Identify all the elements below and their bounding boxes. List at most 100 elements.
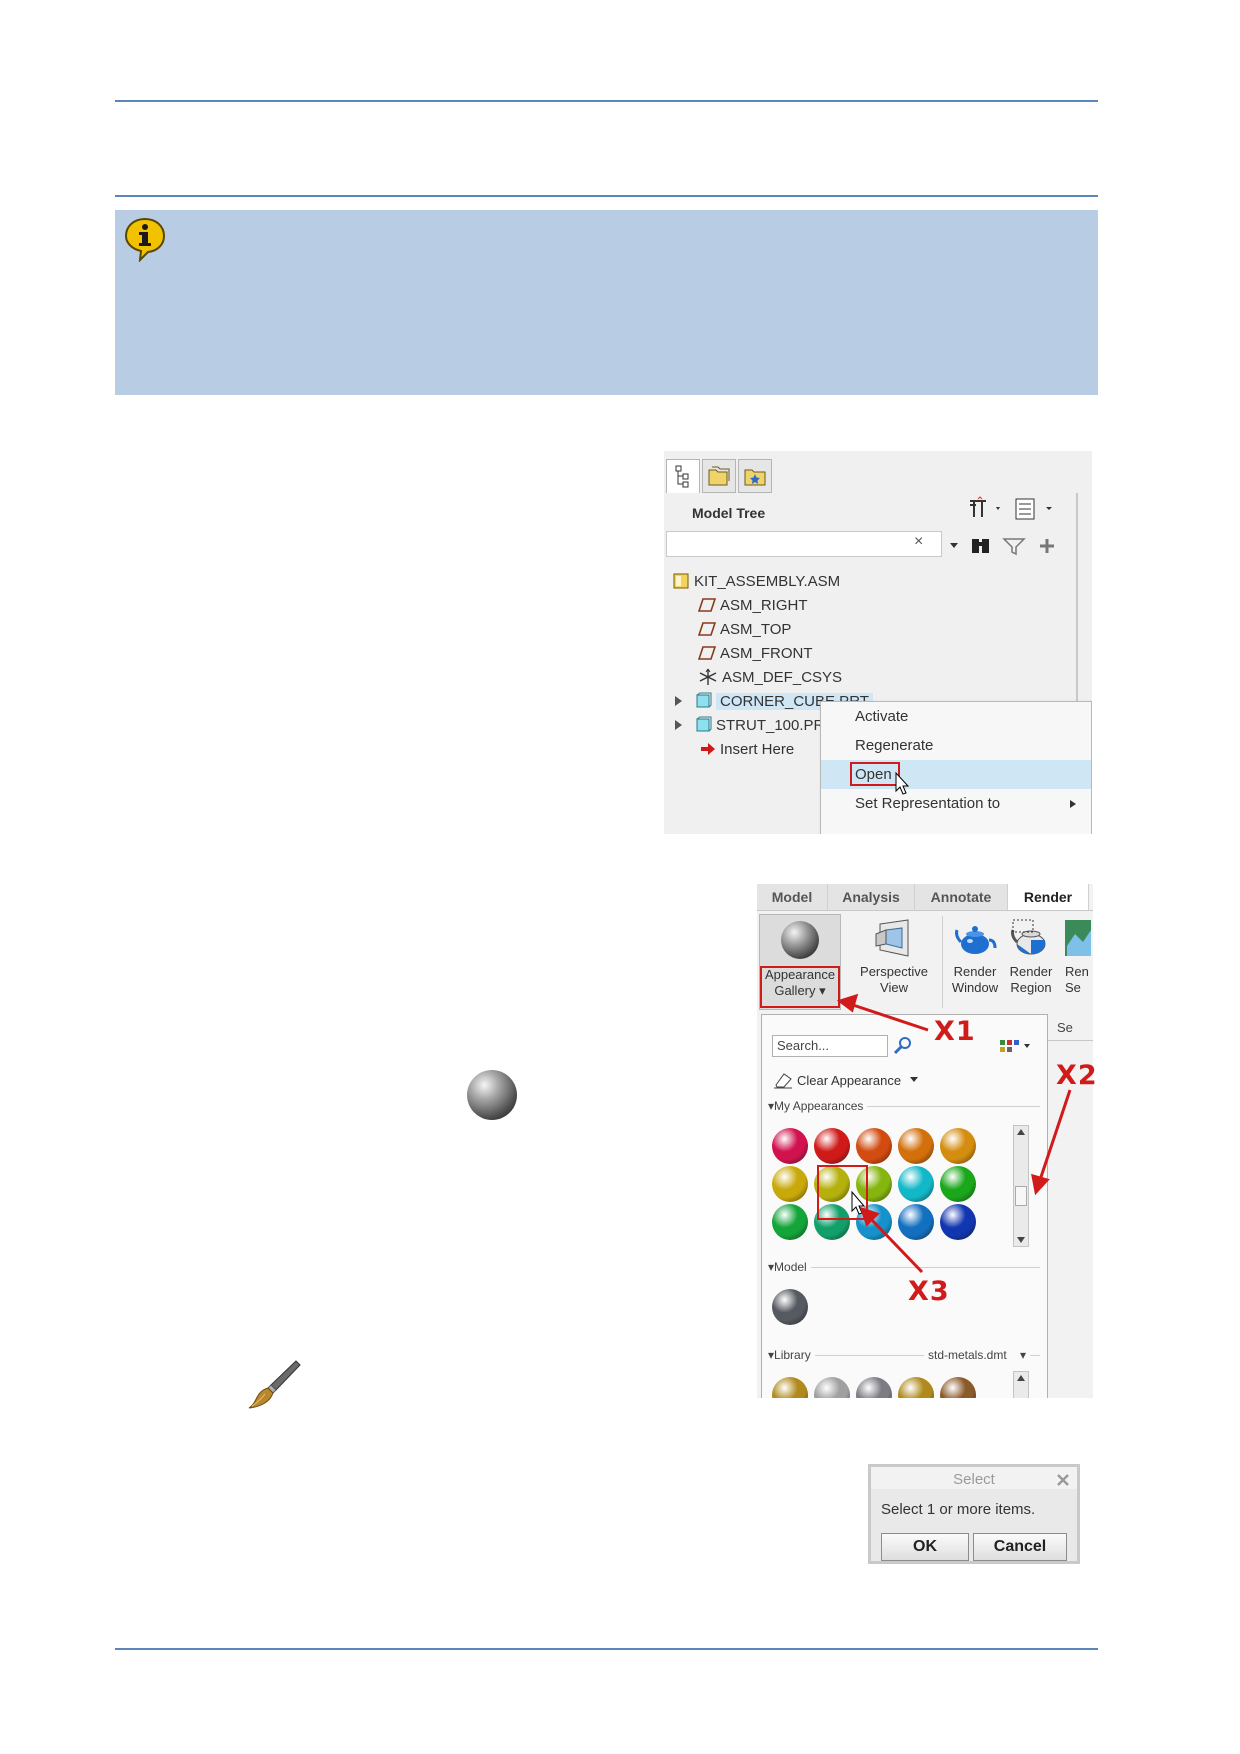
dropdown-arrow-icon: ▾ xyxy=(1020,1348,1027,1362)
tab-favorites[interactable] xyxy=(738,459,772,493)
gallery-search-input[interactable]: Search... xyxy=(772,1035,888,1057)
tree-item-datum-plane[interactable]: ASM_RIGHT xyxy=(672,593,1082,617)
tree-item-datum-plane[interactable]: ASM_TOP xyxy=(672,617,1082,641)
scroll-up-icon[interactable] xyxy=(1017,1129,1025,1135)
menu-item-label: Open xyxy=(855,766,892,783)
library-appearance-swatch[interactable] xyxy=(898,1377,934,1398)
perspective-view-button[interactable]: Perspective View xyxy=(849,914,939,1010)
tab-annotate[interactable]: Annotate xyxy=(915,884,1008,910)
section-label: My Appearances xyxy=(774,1099,864,1113)
appearance-swatch[interactable] xyxy=(898,1166,934,1202)
cancel-button[interactable]: Cancel xyxy=(973,1533,1067,1561)
appearance-gallery-icon xyxy=(467,1070,517,1120)
menu-item-label: Regenerate xyxy=(855,737,934,754)
model-appearance-swatch[interactable] xyxy=(772,1289,808,1325)
menu-item-set-representation[interactable]: Set Representation to xyxy=(821,789,1091,818)
tree-item-csys[interactable]: ASM_DEF_CSYS xyxy=(672,665,1082,689)
library-appearance-swatch[interactable] xyxy=(940,1377,976,1398)
render-setup-icon xyxy=(1065,920,1091,956)
teapot-region-icon xyxy=(1011,919,1046,955)
filter-icon xyxy=(1002,538,1026,556)
tab-model-tree[interactable] xyxy=(666,459,700,494)
info-note-box xyxy=(115,210,1098,395)
appearance-swatch[interactable] xyxy=(940,1166,976,1202)
search-dropdown-icon xyxy=(950,543,958,548)
section-model[interactable]: ▾Model xyxy=(768,1260,811,1274)
appearance-swatch[interactable] xyxy=(772,1204,808,1240)
scroll-thumb[interactable] xyxy=(1015,1186,1027,1206)
select-dialog: Select Select 1 or more items. OK Cancel xyxy=(868,1464,1080,1564)
datum-plane-icon xyxy=(698,622,716,636)
tree-item-assembly[interactable]: KIT_ASSEMBLY.ASM xyxy=(672,569,1082,593)
highlight-box-appearance-gallery xyxy=(760,966,840,1008)
tree-item-label: ASM_DEF_CSYS xyxy=(722,668,843,686)
menu-item-regenerate[interactable]: Regenerate xyxy=(821,731,1091,760)
scroll-up-icon[interactable] xyxy=(1017,1375,1025,1381)
section-my-appearances[interactable]: ▾My Appearances xyxy=(768,1099,868,1113)
library-appearance-swatch[interactable] xyxy=(814,1377,850,1398)
part-icon xyxy=(696,692,712,708)
gallery-view-icon[interactable] xyxy=(998,1037,1034,1055)
tree-item-label: STRUT_100.PRT xyxy=(716,716,834,734)
close-icon[interactable] xyxy=(1057,1474,1069,1486)
assembly-icon xyxy=(673,573,689,589)
tab-analysis[interactable]: Analysis xyxy=(828,884,915,910)
render-window-button[interactable]: Render Window xyxy=(947,914,1003,1010)
context-menu: Activate Regenerate Open Set Representat… xyxy=(820,701,1092,834)
appearance-swatch[interactable] xyxy=(940,1204,976,1240)
library-file-select[interactable]: std-metals.dmt ▾ xyxy=(924,1348,1031,1362)
scroll-down-icon[interactable] xyxy=(1017,1237,1025,1243)
my-appearances-scrollbar[interactable] xyxy=(1013,1125,1029,1247)
tree-search-input[interactable] xyxy=(666,531,942,557)
appearance-sphere-icon xyxy=(781,921,819,959)
appearance-swatch[interactable] xyxy=(772,1166,808,1202)
ok-button[interactable]: OK xyxy=(881,1533,969,1561)
tree-item-datum-plane[interactable]: ASM_FRONT xyxy=(672,641,1082,665)
button-label: Perspective xyxy=(860,964,928,979)
render-region-button[interactable]: Render Region xyxy=(1005,914,1057,1010)
menu-item-open[interactable]: Open xyxy=(821,760,1091,795)
appearance-swatch[interactable] xyxy=(898,1128,934,1164)
library-scrollbar[interactable] xyxy=(1013,1371,1029,1398)
info-icon xyxy=(124,216,166,263)
button-label: Region xyxy=(1010,980,1052,995)
appearance-swatch[interactable] xyxy=(814,1128,850,1164)
datum-plane-icon xyxy=(698,646,716,660)
appearance-swatch[interactable] xyxy=(940,1128,976,1164)
model-tree-icon xyxy=(675,465,689,488)
tab-model[interactable]: Model xyxy=(757,884,828,910)
appearance-gallery-dropdown: Search... Clear Appearance ▾My Appearanc… xyxy=(761,1014,1048,1398)
teapot-icon xyxy=(955,926,997,954)
part-icon xyxy=(696,716,712,732)
expand-arrow-icon[interactable] xyxy=(672,719,684,731)
binoculars-icon xyxy=(972,539,989,553)
perspective-view-icon xyxy=(875,919,909,957)
tree-item-label: ASM_FRONT xyxy=(720,644,813,662)
mouse-cursor-icon xyxy=(895,772,910,795)
section-label: Library xyxy=(774,1348,811,1362)
appearance-swatch[interactable] xyxy=(898,1204,934,1240)
tree-search-tools xyxy=(950,538,1054,556)
search-icon[interactable] xyxy=(892,1035,914,1057)
button-label: View xyxy=(880,980,908,995)
model-tree-title: Model Tree xyxy=(692,505,766,521)
library-appearance-swatch[interactable] xyxy=(772,1377,808,1398)
tree-settings-icon[interactable] xyxy=(966,495,1056,521)
tab-render[interactable]: Render xyxy=(1008,884,1089,910)
library-appearance-swatch[interactable] xyxy=(856,1377,892,1398)
clear-appearance-button[interactable]: Clear Appearance xyxy=(772,1071,919,1089)
menu-item-activate[interactable]: Activate xyxy=(821,702,1091,731)
tab-folder-browser[interactable] xyxy=(702,459,736,493)
header-rule-top xyxy=(115,100,1098,102)
model-tree-panel: Model Tree × KIT_ASSEMBLY.ASM ASM_RIGHT … xyxy=(664,451,1092,834)
appearance-swatch[interactable] xyxy=(772,1128,808,1164)
appearance-swatch[interactable] xyxy=(856,1128,892,1164)
button-label: Render xyxy=(1009,964,1053,979)
search-clear-icon[interactable]: × xyxy=(914,533,923,551)
expand-arrow-icon[interactable] xyxy=(672,695,684,707)
ribbon-divider xyxy=(757,910,1093,911)
favorites-folder-icon xyxy=(744,469,766,486)
section-library[interactable]: ▾Library xyxy=(768,1348,815,1362)
insert-arrow-icon xyxy=(701,743,715,755)
render-setup-button[interactable]: Ren Se xyxy=(1059,914,1093,1010)
